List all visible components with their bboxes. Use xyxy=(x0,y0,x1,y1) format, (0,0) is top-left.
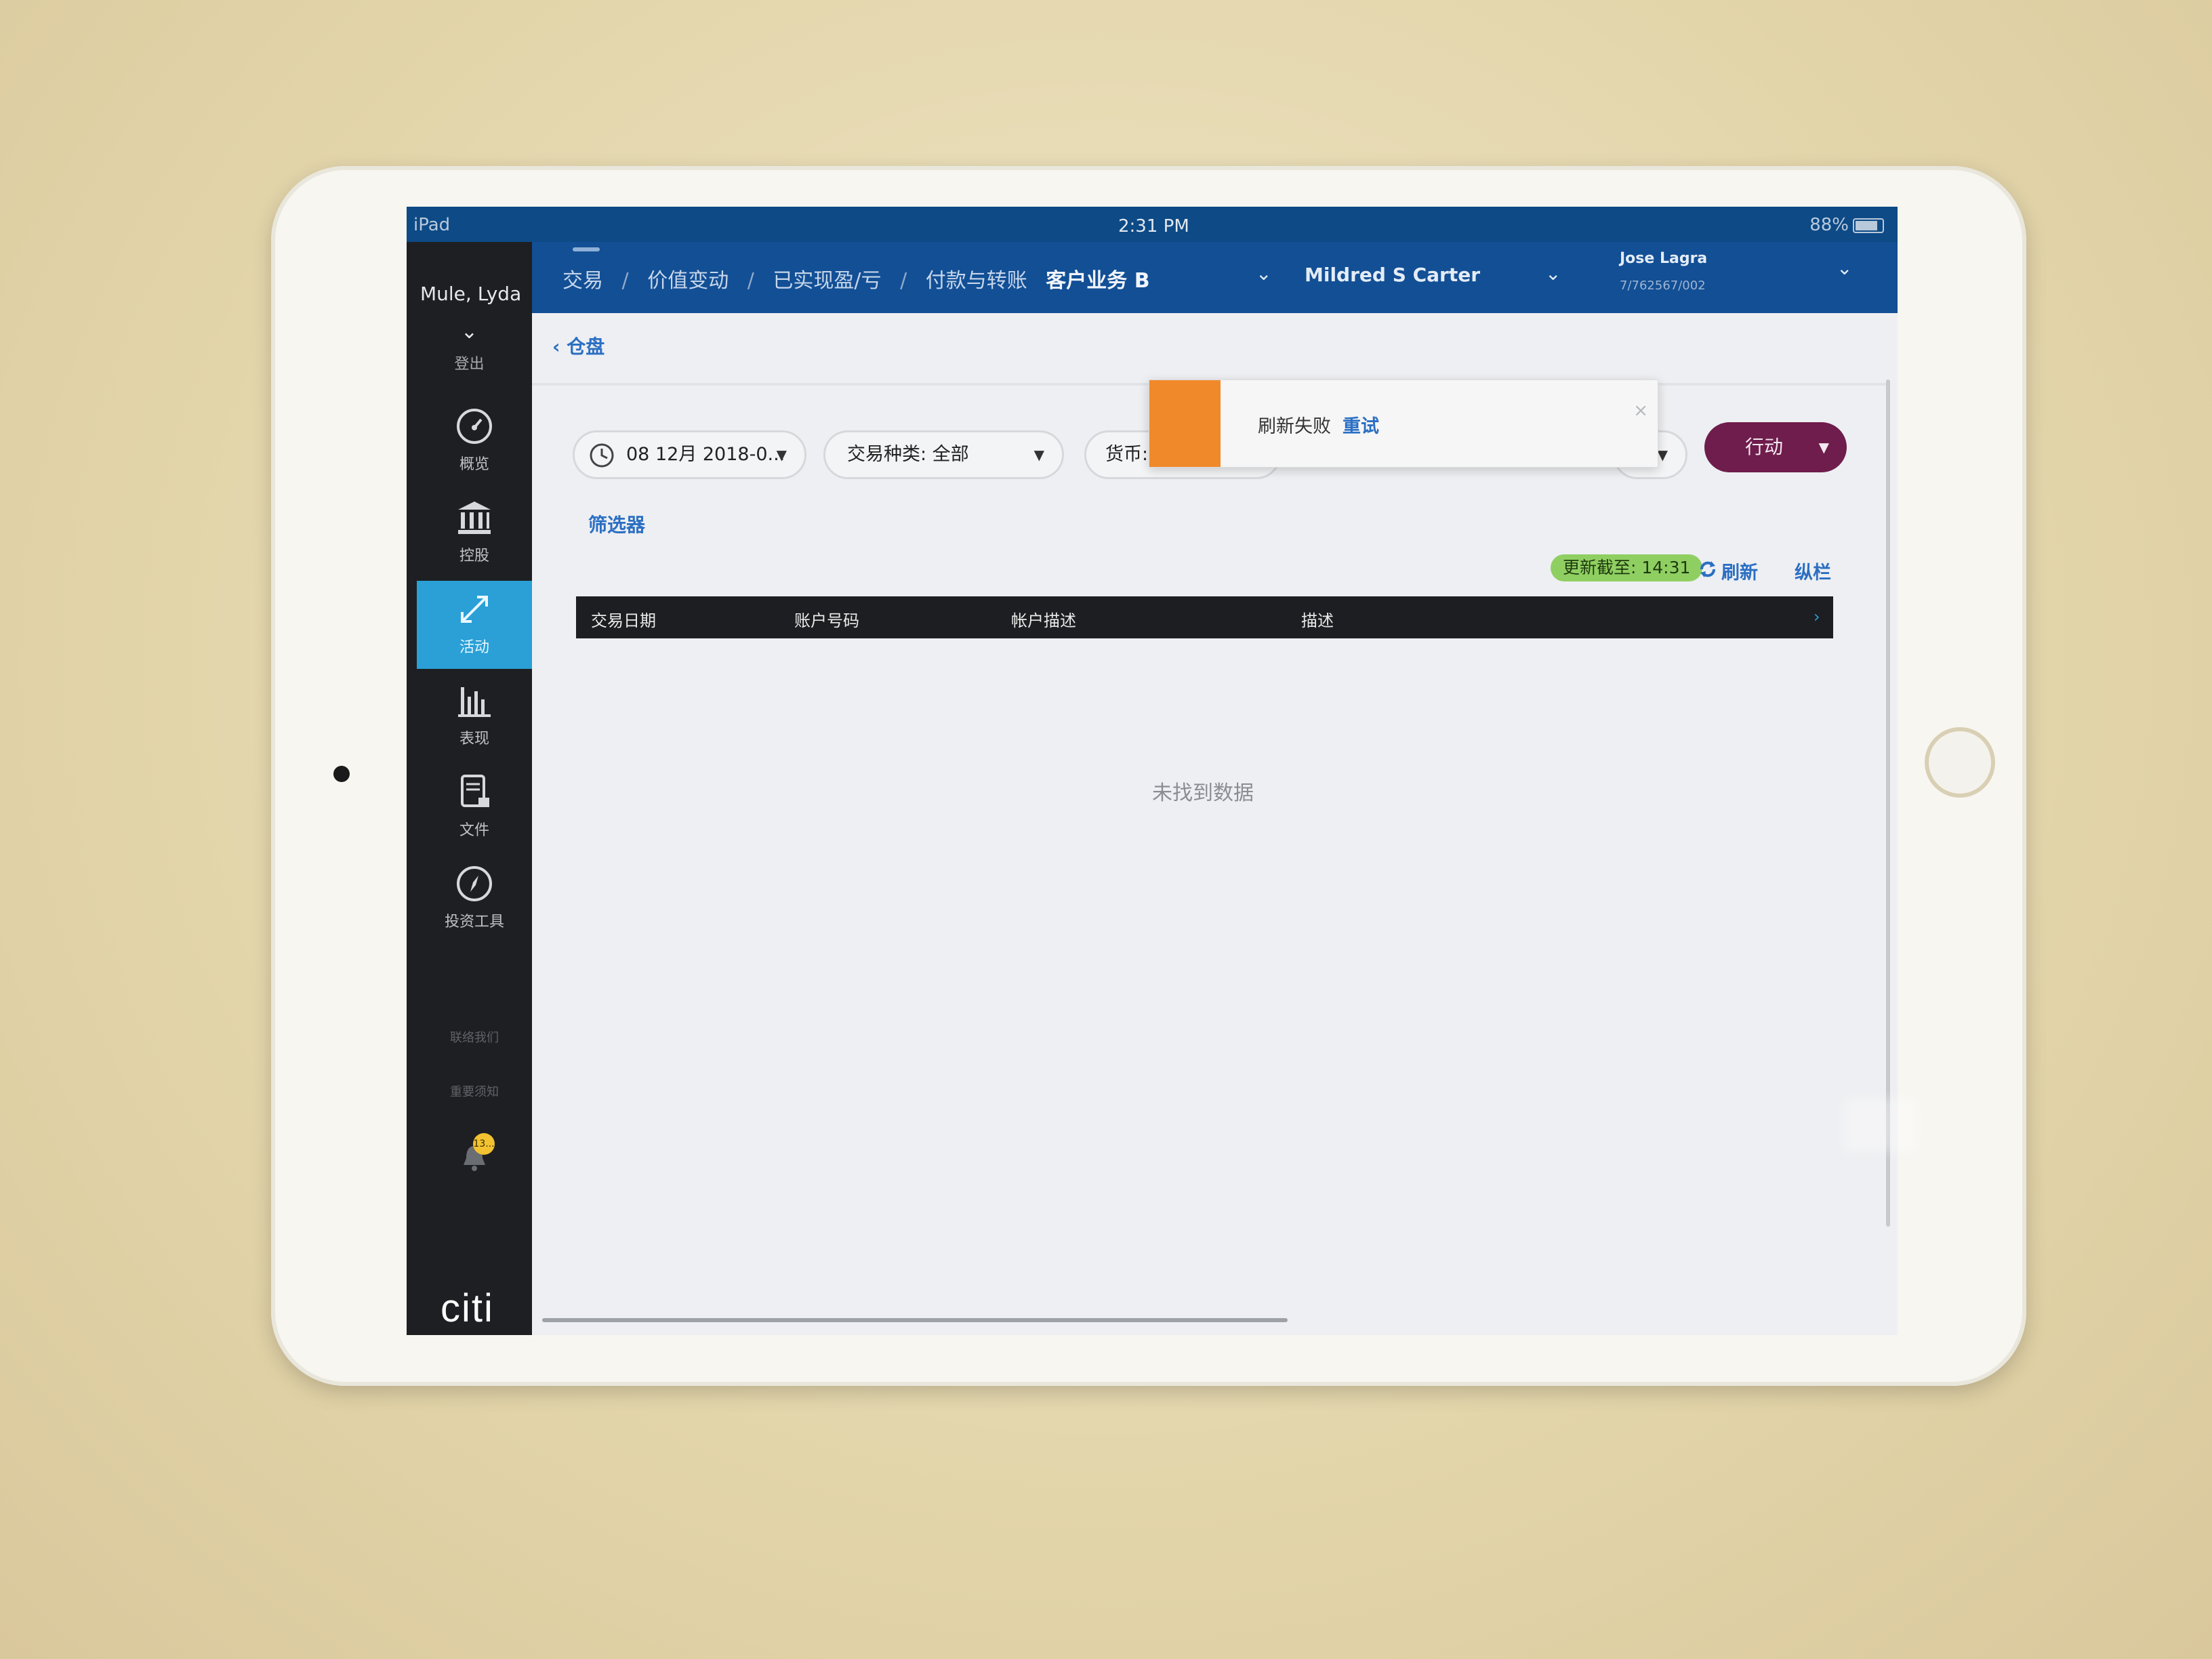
sidebar-item-label: 概览 xyxy=(459,456,489,473)
action-button[interactable]: 行动 ▼ xyxy=(1704,422,1847,472)
contact-us-link[interactable]: 联络我们 xyxy=(407,1028,542,1046)
chevron-down-icon: ⌄ xyxy=(460,320,478,344)
logout-button[interactable]: ⌄ 登出 xyxy=(407,320,532,373)
caret-down-icon: ▼ xyxy=(776,447,787,463)
column-header[interactable]: 账户号码 xyxy=(794,607,859,631)
toast-message: 刷新失败 xyxy=(1258,416,1331,437)
important-notice-link[interactable]: 重要须知 xyxy=(407,1082,542,1100)
currency-label: 货币: xyxy=(1105,444,1149,465)
refresh-icon[interactable] xyxy=(1698,559,1718,579)
transaction-type-value: 交易种类: 全部 xyxy=(847,444,969,465)
status-bar: iPad 2:31 PM 88% xyxy=(407,207,1898,242)
caret-down-icon: ▼ xyxy=(1657,447,1668,463)
sidebar-item-overview[interactable]: 概览 xyxy=(417,398,532,486)
user-name[interactable]: Mule, Lyda xyxy=(420,283,521,305)
columns-link[interactable]: 纵栏 xyxy=(1795,558,1831,584)
sidebar-item-label: 活动 xyxy=(459,639,489,656)
sidebar: Mule, Lyda ⌄ 登出 概览 控股 活动 表现 文件 投资工具 联络我们… xyxy=(407,242,532,1335)
client-id: 7/762567/002 xyxy=(1620,279,1706,293)
sidebar-item-label: 投资工具 xyxy=(444,914,504,930)
chevron-down-icon[interactable]: ⌄ xyxy=(1545,262,1561,285)
client-name[interactable]: Jose Lagra xyxy=(1620,250,1707,267)
citi-logo: citi xyxy=(441,1286,494,1330)
column-header[interactable]: 帐户描述 xyxy=(1011,607,1076,631)
compass-icon xyxy=(457,866,492,901)
back-label: 仓盘 xyxy=(567,335,605,358)
bank-icon xyxy=(458,501,491,534)
sidebar-item-documents[interactable]: 文件 xyxy=(417,764,532,852)
horizontal-scrollbar[interactable] xyxy=(542,1318,1288,1322)
battery-icon xyxy=(1853,218,1884,233)
logout-label: 登出 xyxy=(454,356,485,373)
home-button[interactable] xyxy=(1925,727,1995,798)
tab-transactions[interactable]: 交易 xyxy=(562,269,603,293)
action-label: 行动 xyxy=(1745,436,1784,458)
clock-icon xyxy=(590,443,614,468)
caret-down-icon: ▼ xyxy=(1818,439,1829,455)
chevron-down-icon[interactable]: ⌄ xyxy=(1256,262,1271,285)
breadcrumb-separator: / xyxy=(747,269,754,293)
chevron-down-icon[interactable]: ⌄ xyxy=(1837,257,1852,279)
date-range-filter[interactable]: 08 12月 2018-0... ▼ xyxy=(573,430,806,479)
back-button[interactable]: ‹ 仓盘 xyxy=(552,332,605,359)
close-icon[interactable]: × xyxy=(1633,401,1648,421)
sidebar-item-label: 文件 xyxy=(459,822,489,839)
top-navigation: 交易 / 价值变动 / 已实现盈/亏 / 付款与转账 客户业务 B ⌄ Mild… xyxy=(532,242,1898,313)
notification-badge: 13... xyxy=(473,1133,495,1155)
tab-payments-transfers[interactable]: 付款与转账 xyxy=(926,269,1027,293)
transaction-type-filter[interactable]: 交易种类: 全部 ▼ xyxy=(823,430,1064,479)
status-time: 2:31 PM xyxy=(1118,216,1189,237)
sidebar-item-performance[interactable]: 表现 xyxy=(417,672,532,760)
sidebar-item-label: 表现 xyxy=(459,731,489,747)
arrows-diagonal-icon xyxy=(461,596,488,623)
date-range-value: 08 12月 2018-0... xyxy=(626,444,785,465)
retry-link[interactable]: 重试 xyxy=(1343,411,1379,438)
drag-handle[interactable] xyxy=(573,247,600,251)
sidebar-item-holdings[interactable]: 控股 xyxy=(417,489,532,577)
breadcrumb: 交易 / 价值变动 / 已实现盈/亏 / 付款与转账 客户业务 B xyxy=(562,264,1162,293)
breadcrumb-separator: / xyxy=(621,269,629,293)
warning-stripe xyxy=(1149,380,1221,467)
error-toast: 刷新失败 重试 × xyxy=(1149,380,1658,468)
filter-link[interactable]: 筛选器 xyxy=(588,510,645,537)
sidebar-item-label: 控股 xyxy=(459,548,489,565)
battery-status: 88% xyxy=(1809,215,1884,235)
portfolio-selector[interactable]: 客户业务 B xyxy=(1046,269,1149,293)
caret-down-icon: ▼ xyxy=(1033,447,1044,463)
sidebar-item-investment-tools[interactable]: 投资工具 xyxy=(417,855,532,943)
camera xyxy=(333,766,350,782)
screen: iPad 2:31 PM 88% Mule, Lyda ⌄ 登出 概览 控股 活… xyxy=(407,207,1898,1335)
refresh-link[interactable]: 刷新 xyxy=(1721,558,1758,584)
tab-value-change[interactable]: 价值变动 xyxy=(647,269,729,293)
column-header[interactable]: 描述 xyxy=(1301,607,1334,631)
document-lock-icon xyxy=(461,775,489,807)
chevron-left-icon: ‹ xyxy=(552,335,567,358)
table-header: 交易日期 账户号码 帐户描述 描述 › xyxy=(576,596,1833,638)
tab-realized-pl[interactable]: 已实现盈/亏 xyxy=(773,269,881,293)
column-header[interactable]: 交易日期 xyxy=(591,607,656,631)
updated-status-badge: 更新截至: 14:31 xyxy=(1551,554,1703,581)
breadcrumb-separator: / xyxy=(900,269,907,293)
empty-state-message: 未找到数据 xyxy=(1152,781,1254,805)
bar-chart-icon xyxy=(458,687,491,717)
speedometer-icon xyxy=(457,409,492,444)
table-body xyxy=(576,638,1833,1309)
screen-glare xyxy=(1843,1098,1918,1152)
chevron-right-icon[interactable]: › xyxy=(1814,607,1820,626)
account-selector[interactable]: Mildred S Carter xyxy=(1305,264,1480,286)
battery-percent: 88% xyxy=(1809,215,1849,235)
carrier-label: iPad xyxy=(413,215,451,235)
sidebar-item-activity[interactable]: 活动 xyxy=(417,581,532,669)
